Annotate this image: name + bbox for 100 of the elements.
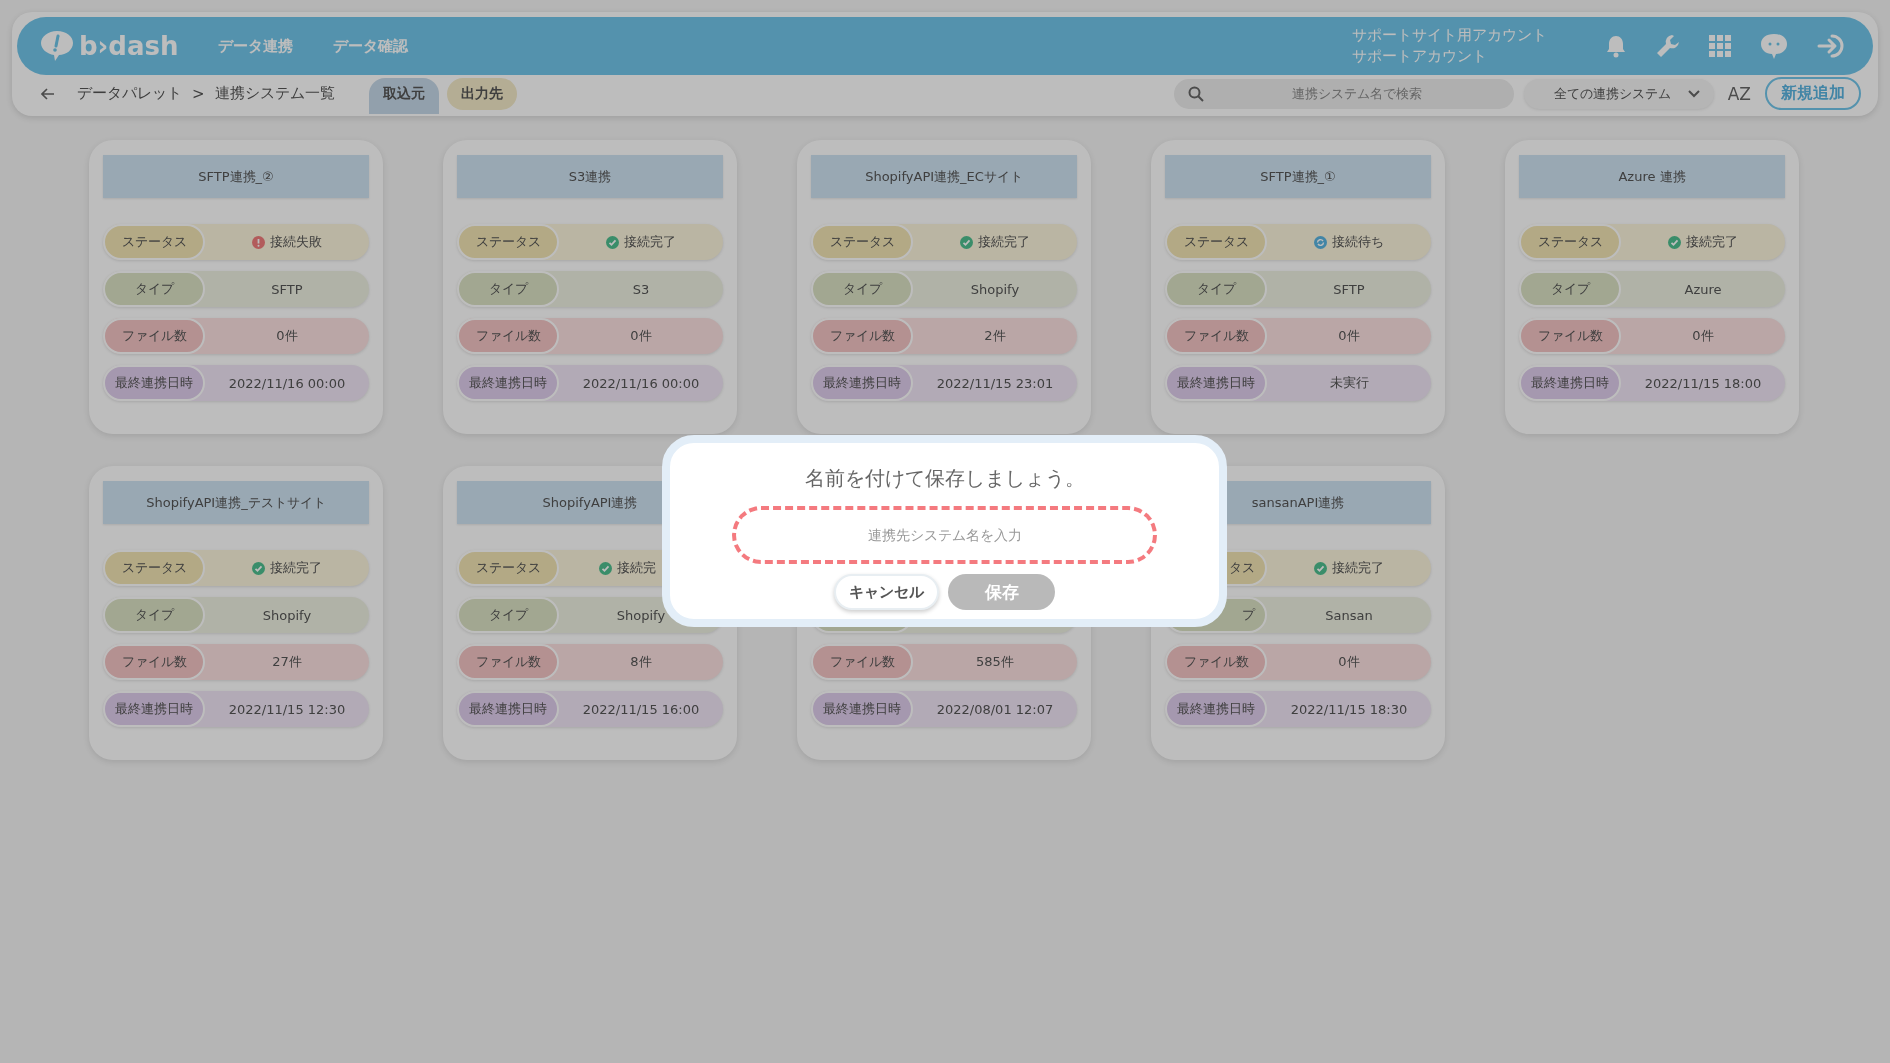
field-value: 2022/11/15 23:01 [936, 375, 1054, 391]
field-value: S3 [632, 281, 650, 297]
field-label: 最終連携日時 [811, 691, 913, 727]
chevron-down-icon [1687, 89, 1700, 98]
system-card[interactable]: ShopifyAPI連携_テストサイト ステータス 接続完了 タイプ Shopify ファイル数 27件 最終連携日時 2022/11/15 12:30 [89, 466, 383, 760]
field-value: 接続待ち [1332, 233, 1384, 251]
field-label: ステータス [457, 550, 559, 586]
field-label: ステータス [457, 224, 559, 260]
field-label: タイプ [1165, 271, 1267, 307]
field-value: 0件 [630, 327, 652, 345]
field-value: SFTP [1333, 281, 1365, 297]
source-tab[interactable]: 出力先 [446, 77, 517, 110]
field-value: 接続完了 [1686, 233, 1738, 251]
field-value: 2022/08/01 12:07 [936, 701, 1054, 717]
field-value: 接続完了 [624, 233, 676, 251]
field-label: 最終連携日時 [103, 691, 205, 727]
field-value: 接続失敗 [270, 233, 322, 251]
speech-bubble-icon [39, 29, 75, 63]
card-title: Azure 連携 [1519, 155, 1785, 198]
account-name: サポートアカウント [1352, 46, 1488, 67]
field-label: 最終連携日時 [457, 691, 559, 727]
field-label: ステータス [811, 224, 913, 260]
field-label: タイプ [457, 597, 559, 633]
field-label: ファイル数 [811, 644, 913, 680]
field-value: 585件 [976, 653, 1014, 671]
filter-dropdown[interactable]: 全ての連携システム [1523, 78, 1714, 109]
field-label: 最終連携日時 [457, 365, 559, 401]
search-icon [1187, 85, 1204, 102]
field-value: Shopify [616, 607, 666, 623]
field-label: 最終連携日時 [1165, 691, 1267, 727]
field-value: 27件 [272, 653, 302, 671]
field-value: 2022/11/15 16:00 [582, 701, 700, 717]
field-value: 8件 [630, 653, 652, 671]
mascot-icon[interactable] [1759, 32, 1789, 60]
wrench-icon[interactable] [1655, 33, 1681, 59]
source-tab[interactable]: 取込元 [368, 77, 439, 114]
field-value: 2022/11/16 00:00 [228, 375, 346, 391]
field-value: Azure [1684, 281, 1722, 297]
field-label: ファイル数 [103, 318, 205, 354]
field-label: 最終連携日時 [811, 365, 913, 401]
back-arrow-icon[interactable] [41, 87, 55, 100]
field-value: 接続完了 [270, 559, 322, 577]
system-card[interactable]: SFTP連携_② ステータス 接続失敗 タイプ SFTP ファイル数 0件 最終連携日時 2022/11/16 00:00 [89, 140, 383, 434]
field-value: 接続完 [617, 559, 656, 577]
dialog-title: 名前を付けて保存しましょう。 [804, 465, 1085, 492]
card-title: SFTP連携_② [103, 155, 369, 198]
system-card[interactable]: ShopifyAPI連携_ECサイト ステータス 接続完了 タイプ Shopify ファイル数 2件 最終連携日時 2022/11/15 23:01 [797, 140, 1091, 434]
field-value: 2022/11/15 12:30 [228, 701, 346, 717]
field-label: ステータス [1165, 224, 1267, 260]
field-label: ファイル数 [457, 644, 559, 680]
system-card[interactable]: Azure 連携 ステータス 接続完了 タイプ Azure ファイル数 0件 最終連携日時 2022/11/15 18:00 [1505, 140, 1799, 434]
bell-icon[interactable] [1605, 34, 1627, 58]
field-label: ステータス [103, 224, 205, 260]
field-value: 2022/11/15 18:00 [1644, 375, 1762, 391]
breadcrumb-item: > [192, 84, 205, 103]
breadcrumb-item: 連携システム一覧 [214, 84, 335, 103]
name-input[interactable]: 連携先システム名を入力 [732, 506, 1157, 564]
field-value: 0件 [1692, 327, 1714, 345]
field-label: ファイル数 [1519, 318, 1621, 354]
grid-icon[interactable] [1709, 35, 1731, 57]
breadcrumb-item: データパレット [77, 84, 182, 103]
field-value: Sansan [1325, 607, 1373, 623]
field-value: 2件 [984, 327, 1006, 345]
field-value: SFTP [271, 281, 303, 297]
field-label: ステータス [1519, 224, 1621, 260]
account-name: サポートサイト用アカウント [1352, 25, 1547, 46]
field-label: ファイル数 [1165, 644, 1267, 680]
field-label: タイプ [103, 597, 205, 633]
field-label: ファイル数 [457, 318, 559, 354]
field-label: タイプ [1519, 271, 1621, 307]
field-value: 0件 [276, 327, 298, 345]
field-label: ファイル数 [1165, 318, 1267, 354]
field-label: 最終連携日時 [1165, 365, 1267, 401]
search-field[interactable]: 連携システム名で検索 [1173, 78, 1514, 109]
field-label: 最終連携日時 [1519, 365, 1621, 401]
field-value: 接続完了 [1332, 559, 1384, 577]
field-label: 最終連携日時 [103, 365, 205, 401]
field-label: タイプ [103, 271, 205, 307]
field-value: Shopify [262, 607, 312, 623]
system-card[interactable]: S3連携 ステータス 接続完了 タイプ S3 ファイル数 0件 最終連携日時 2022/11/16 00:00 [443, 140, 737, 434]
field-label: ステータス [103, 550, 205, 586]
field-value: 2022/11/15 18:30 [1290, 701, 1408, 717]
sort-button[interactable]: AZ [1725, 81, 1753, 106]
cancel-button[interactable]: キャンセル [834, 574, 939, 610]
field-value: 接続完了 [978, 233, 1030, 251]
card-title: ShopifyAPI連携_ECサイト [811, 155, 1077, 198]
card-title: SFTP連携_① [1165, 155, 1431, 198]
field-value: 0件 [1338, 653, 1360, 671]
card-title: ShopifyAPI連携_テストサイト [103, 481, 369, 524]
logo-text: b›dash [79, 31, 179, 61]
system-card[interactable]: SFTP連携_① ステータス 接続待ち タイプ SFTP ファイル数 0件 最終連携日時 未実行 [1151, 140, 1445, 434]
field-label: タイプ [811, 271, 913, 307]
field-value: 2022/11/16 00:00 [582, 375, 700, 391]
field-label: ファイル数 [103, 644, 205, 680]
field-value: 未実行 [1329, 374, 1369, 392]
field-label: タイプ [457, 271, 559, 307]
field-label: ファイル数 [811, 318, 913, 354]
field-value: 0件 [1338, 327, 1360, 345]
card-title: S3連携 [457, 155, 723, 198]
field-value: Shopify [970, 281, 1020, 297]
